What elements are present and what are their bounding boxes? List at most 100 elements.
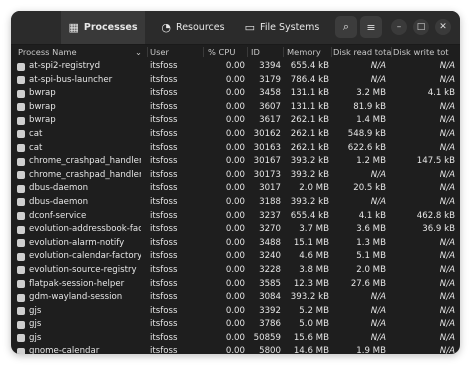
process-row[interactable]: dbus-daemon itsfoss 0.00 3017 2.0 MB 20.5 kB N… [11,182,460,196]
user-cell: itsfoss [150,224,178,235]
pid-cell: 30162 [253,128,281,139]
user-cell: itsfoss [150,264,178,275]
column-header-process-name[interactable]: Process Name [18,47,128,57]
process-row[interactable]: dbus-daemon itsfoss 0.00 3188 393.2 kB N/A N/A [11,196,460,210]
process-row[interactable]: evolution-alarm-notify itsfoss 0.00 3488 15.… [11,237,460,251]
maximize-button[interactable]: □ [413,19,429,35]
pid-cell: 3188 [259,196,281,207]
close-button[interactable]: ✕ [435,19,451,35]
memory-cell: 131.1 kB [290,88,329,99]
cpu-cell: 0.00 [225,156,245,167]
disk-read-cell: 27.6 MB [350,278,386,289]
process-row[interactable]: gnome-calendar itsfoss 0.00 5800 14.6 MB 1.9 … [11,345,460,354]
pid-cell: 3237 [259,210,281,221]
tab-file-systems[interactable]: ▭ File Systems [237,11,327,44]
tab-resources[interactable]: ◔ Resources [151,11,235,44]
tab-processes[interactable]: ▦ Processes [61,11,145,44]
pid-cell: 3084 [259,292,281,303]
column-separator[interactable] [331,47,332,57]
user-cell: itsfoss [150,305,178,316]
process-row[interactable]: bwrap itsfoss 0.00 3607 131.1 kB 81.9 kB N/A [11,101,460,115]
pid-cell: 3179 [259,74,281,85]
processes-icon: ▦ [68,21,79,34]
disk-read-cell: N/A [370,74,386,85]
disk-read-cell: 1.9 MB [356,346,386,354]
process-icon [17,307,25,316]
resources-icon: ◔ [161,21,172,34]
process-row[interactable]: gjs itsfoss 0.00 50859 15.6 MB N/A N/A [11,332,460,346]
process-row[interactable]: gjs itsfoss 0.00 3392 5.2 MB N/A N/A [11,305,460,319]
header-bar: ▦ Processes ◔ Resources ▭ File Systems ⌕… [11,11,460,45]
column-separator[interactable] [391,47,392,57]
pid-cell: 3458 [259,88,281,99]
process-row[interactable]: at-spi-bus-launcher itsfoss 0.00 3179 786.4 … [11,74,460,88]
process-name-cell: dbus-daemon [29,196,89,207]
process-row[interactable]: evolution-addressbook-factory itsfoss 0.00… [11,223,460,237]
process-row[interactable]: gjs itsfoss 0.00 3786 5.0 MB N/A N/A [11,318,460,332]
pid-cell: 30163 [253,142,281,153]
process-icon [17,280,25,288]
cpu-cell: 0.00 [225,101,245,112]
process-row[interactable]: evolution-calendar-factory itsfoss 0.00 324… [11,250,460,264]
process-row[interactable]: at-spi2-registryd itsfoss 0.00 3394 655.4 kB… [11,60,460,74]
close-icon: ✕ [439,22,447,32]
user-cell: itsfoss [150,346,178,354]
process-row[interactable]: cat itsfoss 0.00 30162 262.1 kB 548.9 kB N/A [11,128,460,142]
process-icon [17,144,25,153]
process-name-cell: evolution-addressbook-factory [29,224,141,235]
disk-write-cell: N/A [439,264,455,275]
column-header-user[interactable]: User [150,47,200,57]
disk-read-cell: 2.0 MB [356,264,386,275]
cpu-cell: 0.00 [225,61,245,71]
menu-button[interactable]: ≡ [360,16,382,38]
process-row[interactable]: cat itsfoss 0.00 30163 262.1 kB 622.6 kB N/A [11,142,460,156]
disk-read-cell: 4.1 kB [358,210,386,221]
search-button[interactable]: ⌕ [335,16,357,38]
process-name-cell: gjs [29,305,42,316]
user-cell: itsfoss [150,101,178,112]
column-header-cpu[interactable]: % CPU [208,47,248,57]
process-row[interactable]: chrome_crashpad_handler itsfoss 0.00 30167 3… [11,155,460,169]
process-row[interactable]: bwrap itsfoss 0.00 3617 262.1 kB 1.4 MB N/A [11,114,460,128]
column-header-disk-write[interactable]: Disk write tot [393,47,459,57]
user-cell: itsfoss [150,88,178,99]
column-separator[interactable] [247,47,248,57]
column-header-id[interactable]: ID [251,47,281,57]
cpu-cell: 0.00 [225,210,245,221]
process-name-cell: at-spi2-registryd [29,61,101,71]
process-icon [17,334,25,343]
process-row[interactable]: flatpak-session-helper itsfoss 0.00 3585 12.… [11,278,460,292]
memory-cell: 131.1 kB [290,101,329,112]
disk-write-cell: N/A [439,346,455,354]
process-row[interactable]: dconf-service itsfoss 0.00 3237 655.4 kB 4.1 … [11,210,460,224]
process-row[interactable]: gdm-wayland-session itsfoss 0.00 3084 393.2 … [11,291,460,305]
user-cell: itsfoss [150,292,178,303]
pid-cell: 30167 [253,156,281,167]
pid-cell: 30173 [253,169,281,180]
minimize-button[interactable]: – [391,19,407,35]
process-icon [17,347,25,354]
memory-cell: 262.1 kB [290,142,329,153]
cpu-cell: 0.00 [225,237,245,248]
user-cell: itsfoss [150,278,178,289]
column-header-disk-read[interactable]: Disk read tota [333,47,391,57]
column-separator[interactable] [203,47,204,57]
column-header-memory[interactable]: Memory [287,47,332,57]
process-icon [17,252,25,261]
process-row[interactable]: evolution-source-registry itsfoss 0.00 3228… [11,264,460,278]
process-row[interactable]: chrome_crashpad_handler itsfoss 0.00 30173 3… [11,169,460,183]
process-name-cell: dconf-service [29,210,87,221]
process-row[interactable]: bwrap itsfoss 0.00 3458 131.1 kB 3.2 MB 4.1 kB [11,87,460,101]
memory-cell: 393.2 kB [290,169,329,180]
column-separator[interactable] [283,47,284,57]
sort-descending-icon[interactable]: ⌄ [135,47,145,57]
search-icon: ⌕ [342,20,350,33]
process-name-cell: bwrap [29,101,56,112]
pid-cell: 3228 [259,264,281,275]
disk-read-cell: 5.1 MB [356,251,386,262]
disk-write-cell: 147.5 kB [416,156,455,167]
column-separator[interactable] [147,47,148,57]
tab-file-systems-label: File Systems [260,22,320,33]
pid-cell: 3240 [259,251,281,262]
process-icon [17,212,25,221]
